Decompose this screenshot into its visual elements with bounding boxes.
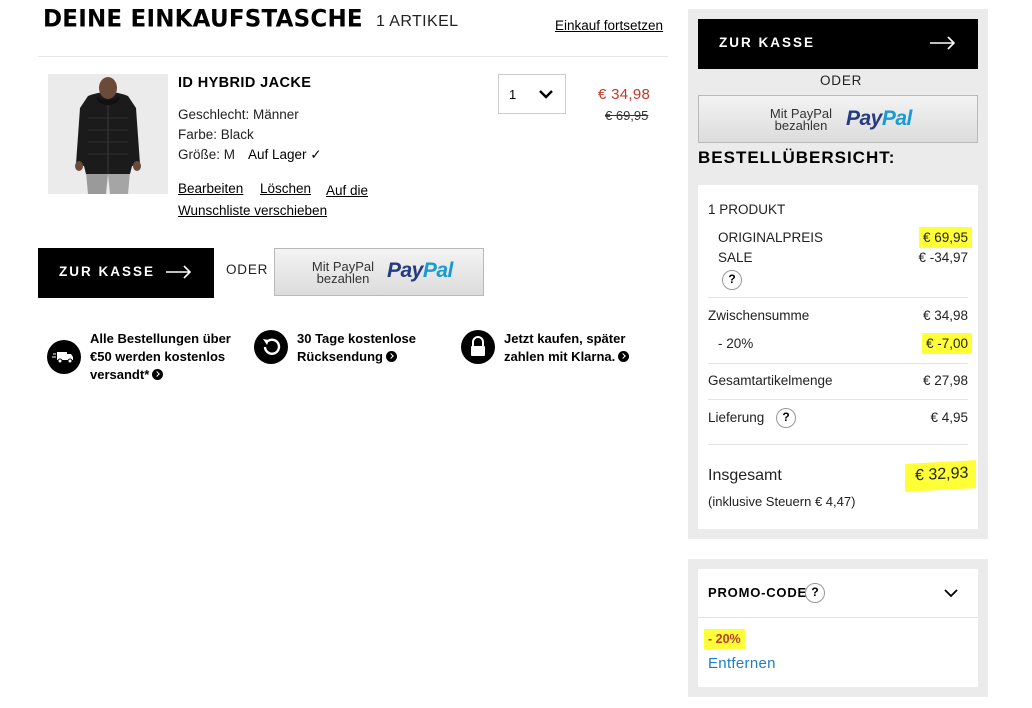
chevron-right-icon[interactable] bbox=[152, 369, 164, 380]
delivery-label: Lieferung bbox=[708, 410, 765, 425]
delivery-value: € 4,95 bbox=[930, 410, 968, 425]
product-color: Farbe: Black bbox=[178, 127, 254, 142]
summary-divider bbox=[708, 297, 968, 298]
checkout-label: ZUR KASSE bbox=[59, 264, 156, 279]
subtotal-label: Zwischensumme bbox=[708, 308, 810, 323]
promo-code-title[interactable]: PROMO-CODE bbox=[708, 585, 807, 600]
chevron-down-icon[interactable] bbox=[944, 588, 958, 598]
move-to-wishlist-link[interactable]: Auf die Wunschliste verschieben bbox=[178, 181, 378, 221]
discount-value: € -7,00 bbox=[921, 333, 972, 354]
free-returns-text[interactable]: 30 Tage kostenlose Rücksendung bbox=[297, 330, 457, 366]
stock-status: Auf Lager ✓ bbox=[248, 147, 322, 162]
applied-promo-code: - 20% bbox=[704, 629, 745, 649]
page-title: DEINE EINKAUFSTASCHE bbox=[43, 5, 363, 33]
original-price: € 69,95 bbox=[605, 108, 649, 123]
chevron-right-icon[interactable] bbox=[618, 351, 630, 362]
quantity-select[interactable]: 1 bbox=[498, 74, 566, 114]
promo-divider bbox=[698, 617, 978, 618]
article-total-value: € 27,98 bbox=[922, 373, 968, 388]
chevron-down-icon bbox=[539, 90, 553, 99]
total-label: Insgesamt bbox=[708, 467, 782, 484]
sale-label: SALE bbox=[718, 250, 753, 265]
current-price: € 34,98 bbox=[598, 86, 651, 103]
help-icon[interactable]: ? bbox=[722, 270, 742, 290]
product-image[interactable] bbox=[48, 74, 168, 194]
quantity-value: 1 bbox=[509, 87, 517, 102]
checkout-label: ZUR KASSE bbox=[719, 35, 816, 50]
help-icon[interactable]: ? bbox=[805, 583, 825, 603]
summary-divider bbox=[708, 363, 968, 364]
summary-divider bbox=[708, 444, 968, 445]
header-divider bbox=[38, 56, 668, 57]
paypal-button[interactable]: Mit PayPal bezahlen PayPal bbox=[274, 248, 484, 296]
product-count: 1 PRODUKT bbox=[708, 202, 786, 217]
jacket-model-image bbox=[48, 74, 168, 194]
return-arrow-icon bbox=[254, 330, 288, 364]
chevron-right-icon[interactable] bbox=[385, 351, 397, 362]
continue-shopping-link[interactable]: Einkauf fortsetzen bbox=[555, 18, 663, 33]
paypal-logo: PayPal bbox=[387, 259, 453, 282]
paypal-logo: PayPal bbox=[846, 107, 912, 130]
paypal-caption: Mit PayPal bezahlen bbox=[769, 106, 833, 133]
article-total-label: Gesamtartikelmenge bbox=[708, 373, 833, 388]
help-icon[interactable]: ? bbox=[776, 408, 796, 428]
paypal-caption: Mit PayPal bezahlen bbox=[311, 259, 375, 286]
original-price-label: ORIGINALPREIS bbox=[718, 230, 824, 245]
sale-value: € -34,97 bbox=[918, 250, 968, 265]
original-price-value: € 69,95 bbox=[918, 227, 972, 248]
klarna-text[interactable]: Jetzt kaufen, später zahlen mit Klarna. bbox=[504, 330, 664, 366]
total-value: € 32,93 bbox=[904, 460, 976, 492]
order-summary-title: BESTELLÜBERSICHT: bbox=[698, 148, 896, 167]
free-shipping-text[interactable]: Alle Bestellungen über €50 werden kosten… bbox=[90, 330, 250, 384]
paypal-button-sidebar[interactable]: Mit PayPal bezahlen PayPal bbox=[698, 95, 978, 143]
remove-promo-link[interactable]: Entfernen bbox=[708, 655, 776, 672]
product-size: Größe: M bbox=[178, 147, 236, 162]
subtotal-value: € 34,98 bbox=[922, 308, 968, 323]
or-separator: ODER bbox=[820, 73, 863, 88]
summary-divider bbox=[708, 399, 968, 400]
promo-code-box: PROMO-CODE ? - 20% Entfernen bbox=[698, 569, 978, 687]
arrow-right-icon bbox=[166, 265, 192, 279]
product-name[interactable]: ID HYBRID JACKE bbox=[178, 75, 311, 91]
order-summary-box: 1 PRODUKT ORIGINALPREIS € 69,95 SALE € -… bbox=[698, 185, 978, 529]
or-separator: ODER bbox=[226, 262, 269, 277]
item-count: 1 ARTIKEL bbox=[376, 13, 459, 30]
delivery-truck-icon bbox=[47, 340, 81, 374]
checkout-button[interactable]: ZUR KASSE bbox=[38, 248, 214, 298]
product-gender: Geschlecht: Männer bbox=[178, 107, 299, 122]
discount-label: - 20% bbox=[718, 336, 754, 351]
lock-icon bbox=[461, 330, 495, 364]
checkout-button-sidebar[interactable]: ZUR KASSE bbox=[698, 19, 978, 69]
arrow-right-icon bbox=[930, 36, 956, 50]
tax-note: (inklusive Steuern € 4,47) bbox=[708, 494, 856, 509]
